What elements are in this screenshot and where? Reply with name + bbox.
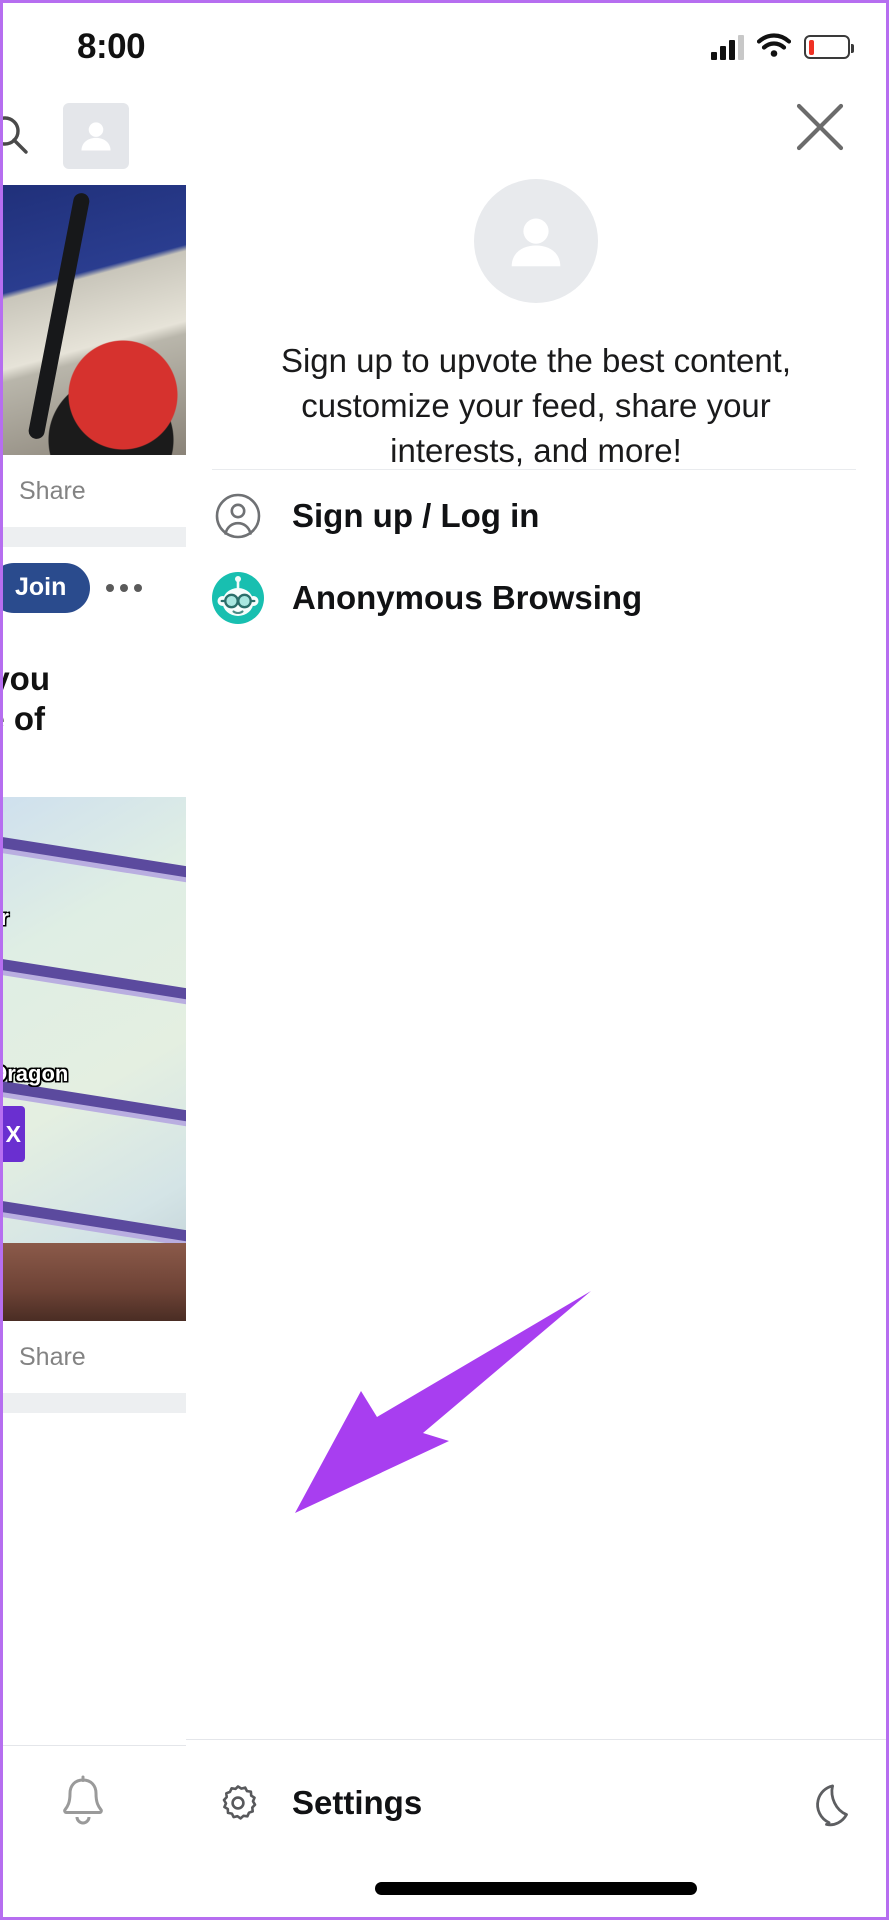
- drawer-bottom-bar: Settings: [186, 1739, 886, 1917]
- search-icon[interactable]: [3, 111, 31, 157]
- drawer-menu: Sign up / Log in Anonymous Browsing: [186, 475, 886, 639]
- bottom-nav-divider: [3, 1745, 186, 1746]
- image-label-two: e Dragon: [3, 1061, 69, 1086]
- gear-icon: [212, 1777, 264, 1829]
- avatar-placeholder-icon[interactable]: [63, 103, 129, 169]
- post-two-title[interactable]: ut you ate of: [3, 659, 186, 740]
- image-stripe: [3, 832, 186, 885]
- settings-button[interactable]: Settings: [212, 1777, 422, 1829]
- post-two-title-line-1: ut you: [3, 660, 50, 697]
- settings-label: Settings: [292, 1784, 423, 1821]
- account-drawer: Sign up to upvote the best content, cust…: [186, 3, 886, 1917]
- post-image-two-bottom: [3, 1243, 186, 1321]
- phone-screen: Share Join ut you ate of wer e Dragon X …: [0, 0, 889, 1920]
- post-image-one[interactable]: [3, 185, 186, 455]
- image-badge: X: [3, 1106, 25, 1162]
- signup-headline: Sign up to upvote the best content, cust…: [280, 342, 792, 469]
- menu-item-label: Anonymous Browsing: [292, 579, 643, 616]
- post-image-two[interactable]: wer e Dragon: [3, 797, 186, 1319]
- menu-separator: [212, 469, 856, 470]
- user-circle-icon: [212, 490, 264, 542]
- share-button-one[interactable]: Share: [3, 455, 186, 527]
- feed-divider-two: [3, 1393, 186, 1413]
- snoo-incognito-icon: [212, 572, 264, 624]
- post-two-title-line-2: ate of: [3, 700, 46, 738]
- bottom-bar-divider: [186, 1739, 886, 1740]
- home-indicator: [375, 1882, 697, 1895]
- share-button-two[interactable]: Share: [3, 1321, 186, 1393]
- background-feed: Share Join ut you ate of wer e Dragon X …: [3, 3, 186, 1917]
- image-stripe: [3, 954, 186, 1007]
- menu-item-signup-login[interactable]: Sign up / Log in: [186, 475, 886, 557]
- post-two-header: Join: [3, 551, 186, 625]
- menu-item-anonymous-browsing[interactable]: Anonymous Browsing: [186, 557, 886, 639]
- image-stripe: [3, 1196, 186, 1249]
- menu-item-label: Sign up / Log in: [292, 497, 540, 534]
- avatar-placeholder-icon: [474, 179, 598, 303]
- image-label-one: wer: [3, 905, 9, 931]
- more-options-icon[interactable]: [106, 584, 143, 592]
- drawer-hero: Sign up to upvote the best content, cust…: [186, 179, 886, 474]
- close-icon[interactable]: [784, 91, 856, 163]
- join-button[interactable]: Join: [3, 563, 91, 613]
- moon-icon[interactable]: [796, 1779, 852, 1835]
- bell-icon[interactable]: [55, 1773, 111, 1831]
- feed-divider-one: [3, 527, 186, 547]
